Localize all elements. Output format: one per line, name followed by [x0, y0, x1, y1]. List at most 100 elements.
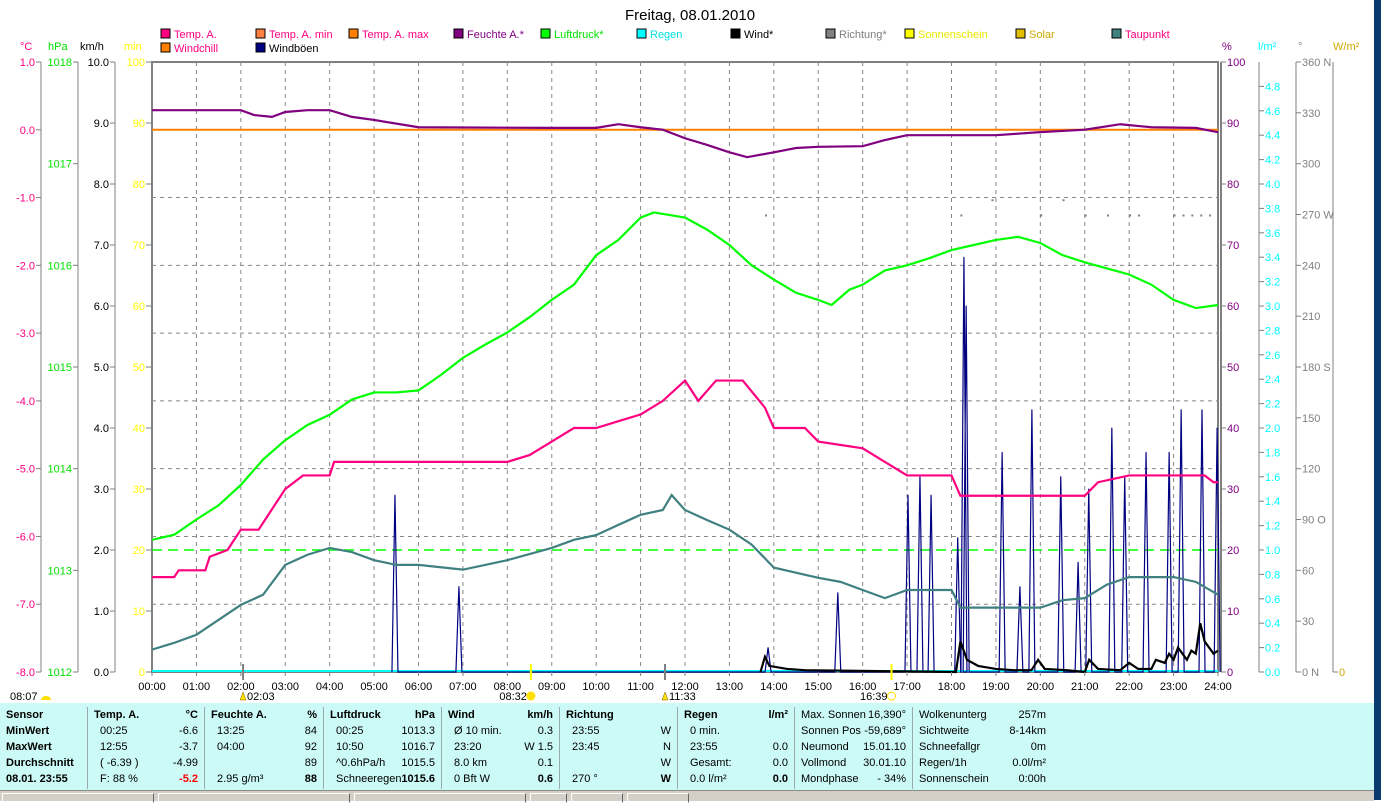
cell-label: Sensor [6, 709, 44, 721]
table-row: ( -6.39 ) -4.99 [88, 755, 204, 771]
cell-value: 0m [1030, 741, 1046, 753]
axis-tick-label: 0.6 [1265, 594, 1280, 606]
cell-label: Ø 10 min. [454, 725, 502, 737]
axis-tick-label: 90 [133, 118, 145, 130]
time-tick-label: 03:00 [271, 681, 299, 693]
table-row: Neumond 15.01.10 [795, 739, 912, 755]
table-row: 8.0 km 0.1 [442, 755, 559, 771]
legend-swatch [255, 28, 266, 39]
legend-swatch [636, 28, 647, 39]
gust-peak [965, 305, 967, 307]
gust-peak [907, 494, 909, 496]
table-row: F: 88 % -5.2 [88, 771, 204, 787]
axis-unit-label: km/h [80, 41, 104, 53]
table-column: Max. Sonnen 16,390° Sonnen Pos -59,689° Neum… [795, 707, 913, 789]
cell-label: ^0.6hPa/h [336, 757, 386, 769]
cell-label: Regen [684, 709, 718, 721]
table-row: 23:55 0.0 [678, 739, 794, 755]
legend-label: Feuchte A.* [467, 29, 525, 41]
axis-tick-label: 60 [133, 301, 145, 313]
cell-label: 08.01. 23:55 [6, 773, 68, 785]
cell-value: 88 [304, 773, 317, 785]
legend-swatch [255, 42, 266, 53]
cell-label: Schneeregen [336, 773, 402, 785]
cell-label: 00:25 [100, 725, 128, 737]
table-column: Sensor MinWert MaxWert Durchschnitt 08.01. 2… [0, 707, 88, 789]
axis-tick-label: 0.0 [20, 125, 35, 137]
table-row: Gesamt: 0.0 [678, 755, 794, 771]
legend-label: Wind* [744, 29, 774, 41]
gust-peak [1201, 409, 1203, 411]
axis-tick-label: 2.6 [1265, 350, 1280, 362]
cell-label: Wind [448, 709, 475, 721]
axis-tick-label: 10.0 [88, 57, 109, 69]
axis-tick-label: 3.0 [94, 484, 109, 496]
table-header: Wind km/h [442, 707, 559, 723]
table-row: Sonnen Pos -59,689° [795, 723, 912, 739]
legend-label: Regen [650, 29, 682, 41]
time-tick-label: 13:00 [716, 681, 744, 693]
astro-label: 16:39 [860, 691, 888, 703]
cell-label: 0 Bft W [454, 773, 491, 785]
axis-unit-label: ° [1298, 41, 1302, 53]
legend-swatch [1015, 28, 1026, 39]
legend-label: Windböen [269, 43, 319, 55]
cell-label: Gesamt: [690, 757, 732, 769]
taskbar-button[interactable] [354, 793, 526, 803]
cell-value: 0.1 [537, 757, 553, 769]
cell-value: 0.0 [772, 773, 788, 785]
cell-label: Luftdruck [330, 709, 381, 721]
cell-value: 0.0 [772, 741, 788, 753]
axis-unit-label: W/m² [1333, 41, 1360, 53]
axis-tick-label: 1.8 [1265, 447, 1280, 459]
taskbar-button[interactable] [627, 793, 689, 803]
grid [151, 61, 1219, 673]
axis-tick-label: 100 [1227, 57, 1245, 69]
cell-value: - 34% [877, 773, 906, 785]
axis-tick-label: 5.0 [94, 362, 109, 374]
cell-label: 23:55 [572, 725, 600, 737]
cell-label: MaxWert [6, 741, 52, 753]
cell-label: 13:25 [217, 725, 245, 737]
cell-label: ( -6.39 ) [100, 757, 139, 769]
axis-tick-label: 40 [133, 423, 145, 435]
cell-value: -3.7 [179, 741, 198, 753]
time-tick-label: 17:00 [893, 681, 921, 693]
gust-peak [837, 592, 839, 594]
axis-tick-label: 3.8 [1265, 203, 1280, 215]
cell-label: Mondphase [801, 773, 859, 785]
cell-value: l/m² [768, 709, 788, 721]
gust-peak [394, 494, 396, 496]
sensor-summary-table: Sensor MinWert MaxWert Durchschnitt 08.01. 2… [0, 703, 1374, 790]
axis-tick-label: 210 [1302, 311, 1320, 323]
axis-tick-label: 330 [1302, 108, 1320, 120]
table-row: 08.01. 23:55 [0, 771, 87, 787]
cell-label: Durchschnitt [6, 757, 74, 769]
sunrise-icon [526, 691, 536, 701]
cell-value: 0.0 [772, 757, 788, 769]
table-row: 10:50 1016.7 [324, 739, 441, 755]
axis-tick-label: 2.8 [1265, 325, 1280, 337]
cell-value: 0.0l/m² [1012, 757, 1046, 769]
taskbar-button[interactable] [571, 793, 623, 803]
axis-tick-label: 6.0 [94, 301, 109, 313]
cell-label: 23:20 [454, 741, 482, 753]
table-column: Wind km/h Ø 10 min. 0.3 23:20 W 1.5 8.0 km 0.1 0… [442, 707, 560, 789]
cell-label: 0 min. [690, 725, 720, 737]
table-row: Mondphase - 34% [795, 771, 912, 787]
legend-label: Solar [1029, 29, 1055, 41]
direction-point [1062, 199, 1065, 202]
cell-value: 1013.3 [401, 725, 435, 737]
axis-tick-label: 4.0 [94, 423, 109, 435]
cell-value: W [660, 725, 671, 737]
axis-tick-label: 90 O [1302, 515, 1326, 527]
axis-tick-label: 1015 [48, 362, 72, 374]
taskbar-button[interactable] [530, 793, 567, 803]
legend-swatch [540, 28, 551, 39]
table-column: Feuchte A.% 13:25 84 04:00 92 89 2.95 g/m³ 88 [205, 707, 324, 789]
taskbar-button[interactable] [2, 793, 154, 803]
axis-tick-label: 1014 [48, 464, 72, 476]
taskbar-button[interactable] [158, 793, 350, 803]
table-row: 2.95 g/m³ 88 [205, 771, 323, 787]
axis-tick-label: -6.0 [16, 531, 35, 543]
